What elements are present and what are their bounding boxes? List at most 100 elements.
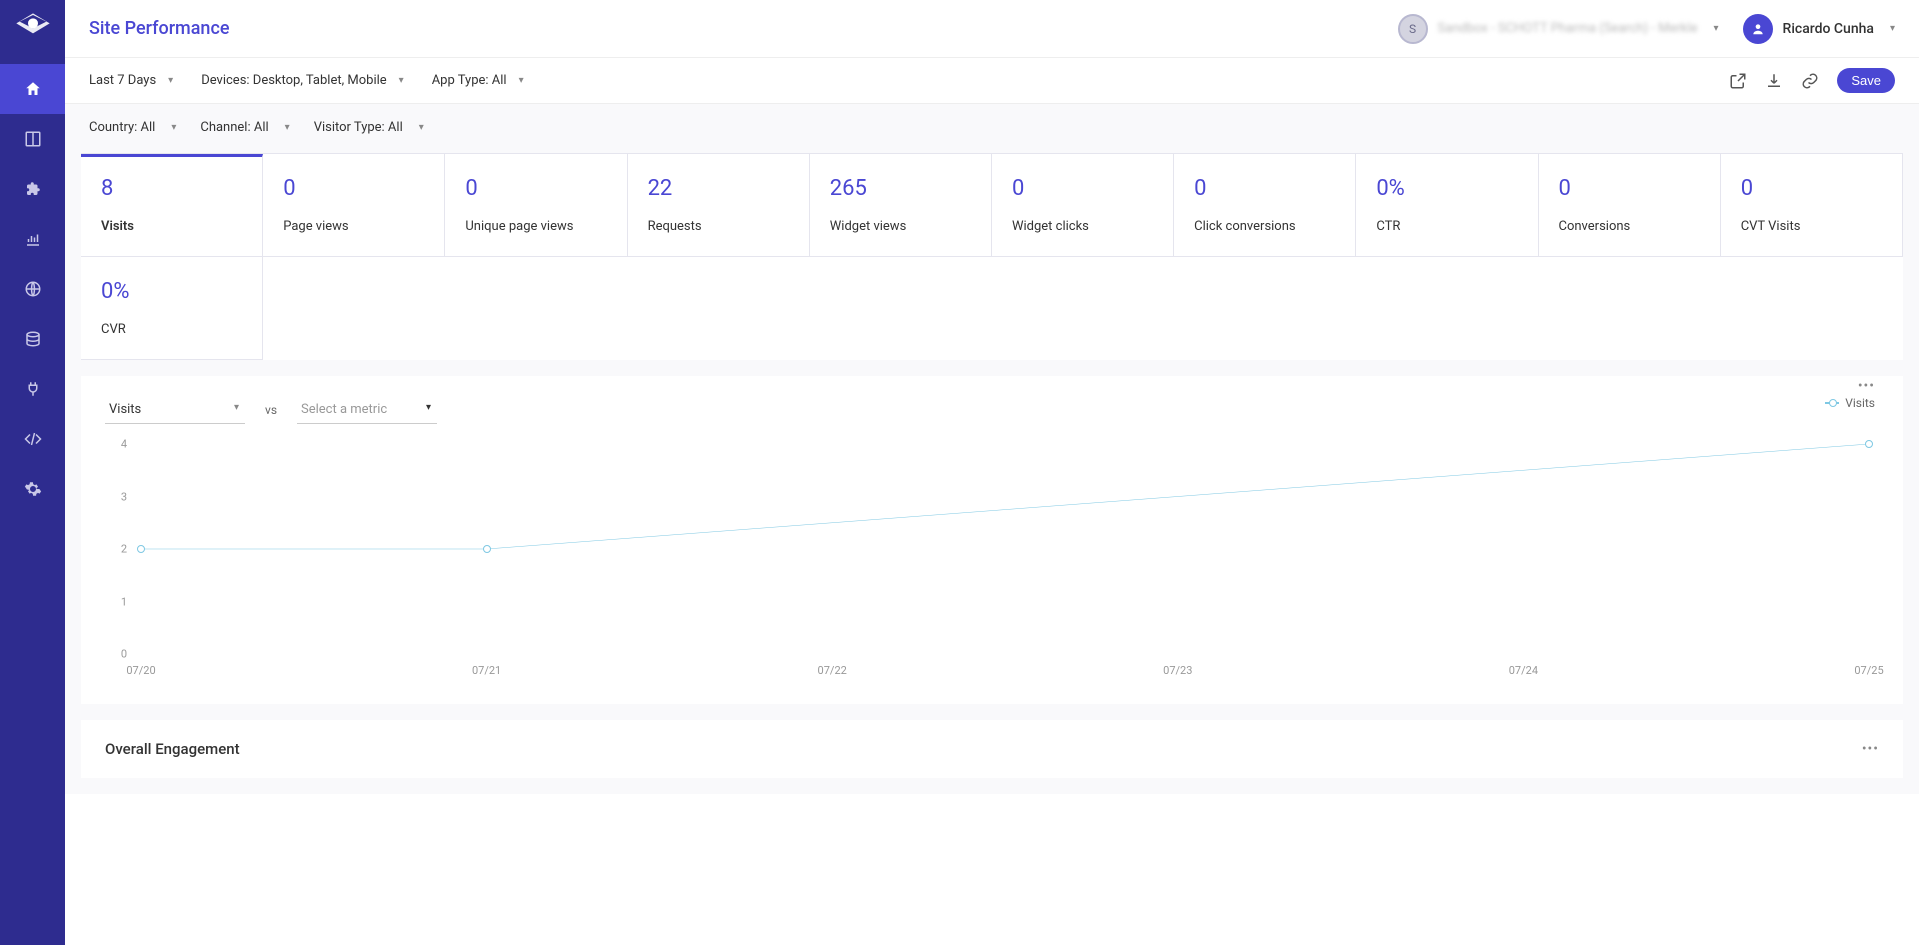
metric-label: CTR xyxy=(1376,219,1517,234)
download-icon[interactable] xyxy=(1765,72,1783,90)
visitor-type-filter[interactable]: Visitor Type: All▾ xyxy=(314,120,424,135)
nav-plug-icon[interactable] xyxy=(0,364,65,414)
page-title: Site Performance xyxy=(89,18,230,39)
chart-point xyxy=(137,545,145,553)
user-menu[interactable]: Ricardo Cunha ▾ xyxy=(1743,14,1895,44)
metric-value: 0 xyxy=(1741,176,1882,201)
metric-card[interactable]: 22 Requests xyxy=(628,154,810,257)
metric-card[interactable]: 0Widget clicks xyxy=(992,154,1174,257)
engagement-section: Overall Engagement ••• xyxy=(81,720,1903,778)
chart-area: 01234 07/2007/2107/2207/2307/2407/25 xyxy=(105,444,1879,684)
metric-card[interactable]: 0 Click conversions xyxy=(1174,154,1356,257)
nav-globe-icon[interactable] xyxy=(0,264,65,314)
metric-value: 0 xyxy=(283,176,424,201)
metric-value: 8 xyxy=(101,176,242,201)
nav-puzzle-icon[interactable] xyxy=(0,164,65,214)
chevron-down-icon: ▾ xyxy=(168,75,173,86)
chevron-down-icon: ▾ xyxy=(171,122,176,133)
y-tick: 3 xyxy=(121,490,127,503)
metric-card[interactable]: 0% CVR xyxy=(81,257,263,360)
save-button[interactable]: Save xyxy=(1837,68,1895,93)
metric-card[interactable]: 8 Visits xyxy=(81,154,263,257)
nav-home-icon[interactable] xyxy=(0,64,65,114)
metric-label: Page views xyxy=(283,219,424,234)
metric-value: 0% xyxy=(101,279,242,304)
chevron-down-icon: ▾ xyxy=(1890,23,1895,34)
metric-label: CVR xyxy=(101,322,242,337)
chart-section: ••• Visits▾ vs Select a metric▾ Visits 0… xyxy=(81,376,1903,704)
toolbar: Last 7 Days▾ Devices: Desktop, Tablet, M… xyxy=(65,58,1919,104)
org-name: Sandbox - SCHOTT Pharma (Search) - Merkl… xyxy=(1438,21,1698,36)
metric-value: 0 xyxy=(1559,176,1700,201)
metric-value: 265 xyxy=(830,176,971,201)
vs-label: vs xyxy=(265,403,277,417)
share-icon[interactable] xyxy=(1729,72,1747,90)
x-tick: 07/20 xyxy=(126,664,155,677)
x-tick: 07/24 xyxy=(1509,664,1538,677)
sidebar xyxy=(0,0,65,945)
metric-card[interactable]: 0 Page views xyxy=(263,154,445,257)
apptype-filter[interactable]: App Type: All▾ xyxy=(432,73,524,88)
metric-value: 22 xyxy=(648,176,789,201)
chart-metric1-select[interactable]: Visits▾ xyxy=(105,396,245,424)
metrics-grid: 8 Visits 0 Page views 0 Unique page views 22 Re… xyxy=(81,153,1903,360)
secondary-filters: Country: All▾ Channel: All▾ Visitor Type… xyxy=(65,104,1919,153)
nav-gear-icon[interactable] xyxy=(0,464,65,514)
chevron-down-icon: ▾ xyxy=(399,75,404,86)
country-filter[interactable]: Country: All▾ xyxy=(89,120,176,135)
chart-svg xyxy=(141,444,1869,654)
metric-value: 0 xyxy=(1194,176,1335,201)
chevron-down-icon: ▾ xyxy=(285,122,290,133)
metric-value: 0% xyxy=(1376,176,1517,201)
metric-label: Click conversions xyxy=(1194,219,1335,234)
chevron-down-icon: ▾ xyxy=(1714,23,1719,34)
chart-point xyxy=(1865,440,1873,448)
chart-metric2-select[interactable]: Select a metric▾ xyxy=(297,396,437,424)
date-range-filter[interactable]: Last 7 Days▾ xyxy=(89,73,173,88)
legend-swatch-icon xyxy=(1825,402,1839,404)
y-tick: 4 xyxy=(121,438,127,451)
nav-chart-icon[interactable] xyxy=(0,214,65,264)
app-logo xyxy=(13,10,53,50)
nav-code-icon[interactable] xyxy=(0,414,65,464)
devices-filter[interactable]: Devices: Desktop, Tablet, Mobile▾ xyxy=(201,73,403,88)
metric-label: Widget views xyxy=(830,219,971,234)
chevron-down-icon: ▾ xyxy=(419,122,424,133)
metric-label: CVT Visits xyxy=(1741,219,1882,234)
x-tick: 07/21 xyxy=(472,664,501,677)
channel-filter[interactable]: Channel: All▾ xyxy=(200,120,289,135)
chevron-down-icon: ▾ xyxy=(234,402,239,413)
engagement-title: Overall Engagement xyxy=(105,740,240,758)
metric-card[interactable]: 0 Conversions xyxy=(1539,154,1721,257)
metric-card[interactable]: 0 Unique page views xyxy=(445,154,627,257)
chevron-down-icon: ▾ xyxy=(426,402,431,413)
chart-menu-icon[interactable]: ••• xyxy=(1858,378,1875,394)
nav-database-icon[interactable] xyxy=(0,314,65,364)
y-tick: 2 xyxy=(121,543,127,556)
x-tick: 07/23 xyxy=(1163,664,1192,677)
metric-label: Requests xyxy=(648,219,789,234)
nav-layout-icon[interactable] xyxy=(0,114,65,164)
metric-label: Conversions xyxy=(1559,219,1700,234)
y-tick: 1 xyxy=(121,595,127,608)
metric-card[interactable]: 265 Widget views xyxy=(810,154,992,257)
y-tick: 0 xyxy=(121,648,127,661)
chart-legend: Visits xyxy=(1825,396,1875,410)
link-icon[interactable] xyxy=(1801,72,1819,90)
chart-point xyxy=(483,545,491,553)
metric-label: Unique page views xyxy=(465,219,606,234)
chevron-down-icon: ▾ xyxy=(519,75,524,86)
metric-label: Widget clicks xyxy=(1012,219,1153,234)
metric-card[interactable]: 0 CVT Visits xyxy=(1721,154,1903,257)
x-tick: 07/22 xyxy=(818,664,847,677)
metric-label: Visits xyxy=(101,219,242,234)
user-name: Ricardo Cunha xyxy=(1783,21,1874,37)
user-avatar-icon xyxy=(1743,14,1773,44)
metric-card[interactable]: 0% CTR xyxy=(1356,154,1538,257)
topbar: Site Performance S Sandbox - SCHOTT Phar… xyxy=(65,0,1919,58)
legend-label: Visits xyxy=(1845,396,1875,410)
metric-value: 0 xyxy=(465,176,606,201)
org-avatar: S xyxy=(1398,14,1428,44)
org-selector[interactable]: S Sandbox - SCHOTT Pharma (Search) - Mer… xyxy=(1390,10,1727,48)
section-menu-icon[interactable]: ••• xyxy=(1862,741,1879,757)
